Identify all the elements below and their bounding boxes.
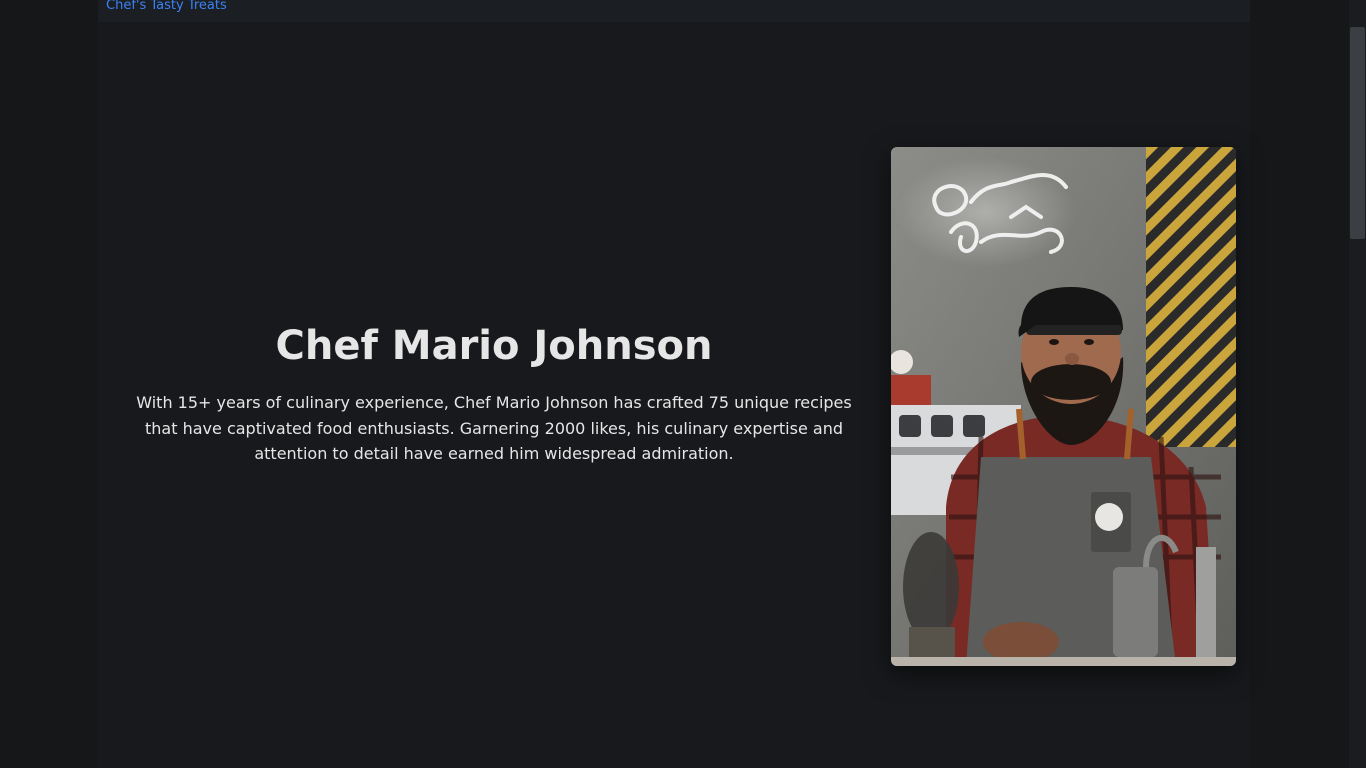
- scrollbar[interactable]: [1349, 0, 1366, 768]
- page: Chef's Tasty Treats Chef Mario Johnson W…: [0, 0, 1366, 768]
- chef-bio-text: With 15+ years of culinary experience, C…: [136, 393, 852, 463]
- chef-portrait-image: [891, 147, 1236, 666]
- chef-photo: [891, 147, 1236, 666]
- chef-hero-section: Chef Mario Johnson With 15+ years of cul…: [98, 22, 1250, 768]
- scrollbar-thumb[interactable]: [1350, 27, 1365, 239]
- chef-intro: Chef Mario Johnson With 15+ years of cul…: [118, 320, 870, 467]
- top-navbar: Chef's Tasty Treats: [98, 0, 1250, 22]
- brand-link[interactable]: Chef's Tasty Treats: [106, 0, 227, 15]
- chef-name-heading: Chef Mario Johnson: [275, 323, 713, 369]
